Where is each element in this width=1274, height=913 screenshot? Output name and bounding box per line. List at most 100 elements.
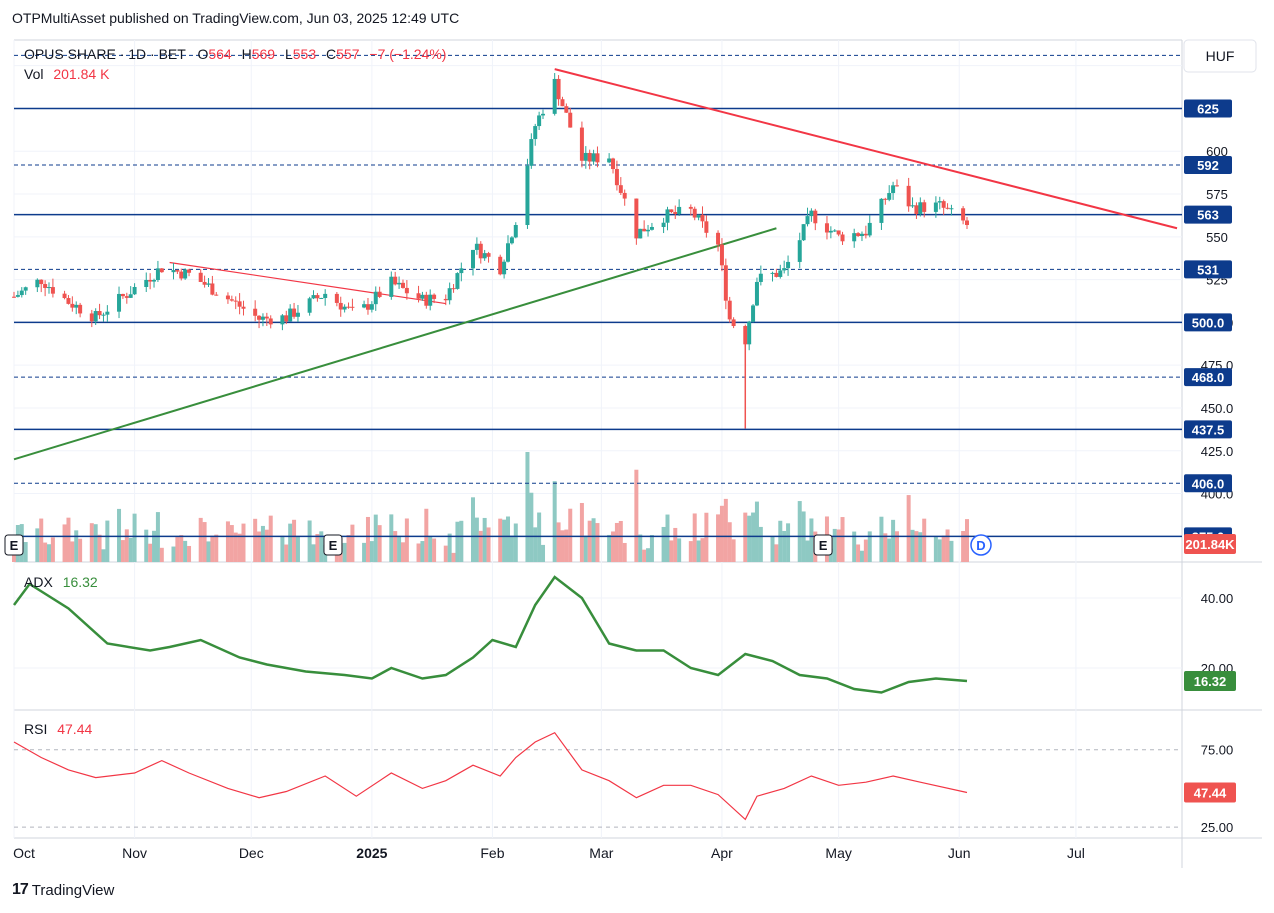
volume-bar — [506, 516, 511, 562]
candle-body — [910, 205, 915, 207]
volume-bar — [965, 519, 969, 562]
volume-bar — [751, 512, 756, 562]
volume-bar — [910, 529, 915, 562]
volume-bar — [225, 521, 230, 562]
volume-bar — [649, 535, 654, 562]
candle-body — [474, 243, 479, 250]
candle-body — [311, 295, 316, 299]
currency-label: HUF — [1206, 48, 1235, 64]
volume-bar — [579, 502, 584, 562]
candle-body — [179, 271, 184, 279]
candle-body — [692, 208, 697, 218]
candle-body — [731, 319, 736, 327]
candle-body — [105, 311, 110, 315]
candle-body — [447, 288, 452, 301]
candle-body — [914, 205, 919, 214]
volume-bar — [389, 514, 394, 562]
price-tick-label: 450.0 — [1201, 401, 1234, 416]
candle-body — [284, 315, 289, 322]
candle-body — [805, 216, 810, 225]
volume-bar — [237, 533, 242, 562]
candle-body — [828, 230, 833, 233]
volume-bar — [879, 516, 884, 562]
level-tag-label: 625 — [1197, 101, 1219, 116]
tradingview-logo[interactable]: 17 TradingView — [12, 881, 114, 899]
candle-body — [607, 158, 612, 163]
candle-body — [564, 106, 569, 113]
volume-bar — [716, 514, 721, 562]
volume-bar — [840, 517, 845, 562]
candle-body — [537, 115, 542, 127]
tradingview-logo-text: TradingView — [31, 881, 115, 899]
x-tick-label: Feb — [480, 845, 504, 861]
candle-body — [19, 290, 24, 296]
candle-body — [334, 293, 339, 303]
candle-body — [669, 209, 674, 213]
candle-body — [778, 270, 783, 277]
candle-body — [128, 294, 133, 298]
candle-body — [891, 185, 896, 194]
candle-body — [502, 261, 507, 275]
candle-body — [541, 113, 546, 116]
volume-bar — [183, 540, 188, 562]
volume-bar — [128, 537, 133, 562]
candle-body — [754, 281, 759, 306]
volume-bar — [922, 518, 927, 562]
candle-body — [933, 202, 938, 212]
volume-bar — [397, 535, 402, 562]
candle-body — [292, 308, 297, 317]
volume-bar — [704, 512, 709, 562]
volume-bar — [941, 535, 946, 562]
candle-body — [101, 314, 106, 316]
volume-bar — [47, 544, 52, 562]
candle-body — [797, 240, 802, 262]
legend-symbol: OPUS SHARE · 1D · BET — [24, 46, 186, 62]
candle-body — [591, 153, 596, 162]
volume-bar — [696, 540, 701, 562]
candle-body — [922, 202, 927, 212]
volume-bar — [529, 492, 534, 562]
candle-body — [12, 296, 16, 298]
chart-canvas[interactable]: EEED OctNovDec2025FebMarAprMayJunJul6506… — [0, 0, 1274, 913]
candle-body — [315, 295, 320, 299]
volume-bar — [253, 518, 258, 562]
volume-bar — [214, 534, 219, 562]
candle-body — [696, 214, 701, 218]
volume-bar — [280, 535, 285, 562]
candle-body — [295, 312, 300, 317]
volume-bar — [727, 522, 732, 562]
rsi-legend-name: RSI — [24, 721, 47, 737]
legend-c-label: C — [326, 46, 336, 62]
candle-body — [187, 269, 192, 273]
x-tick-label: Oct — [13, 845, 35, 861]
volume-bar — [210, 535, 215, 562]
candle-body — [688, 206, 693, 209]
volume-bar — [459, 520, 464, 562]
volume-bar — [342, 542, 347, 562]
volume-bar — [887, 538, 892, 562]
volume-bar — [470, 497, 475, 562]
candle-body — [319, 298, 324, 300]
candle-body — [373, 291, 378, 305]
x-tick-label: Nov — [122, 845, 147, 861]
volume-bar — [863, 539, 868, 562]
candle-body — [513, 225, 518, 238]
volume-bar — [478, 530, 483, 562]
volume-bar — [268, 515, 273, 562]
price-tick-label: 425.0 — [1201, 444, 1234, 459]
candle-body — [852, 233, 857, 242]
candle-body — [719, 244, 724, 266]
volume-bar — [809, 518, 814, 562]
candle-body — [859, 233, 864, 236]
volume-bar — [856, 544, 861, 562]
volume-bar — [315, 534, 320, 562]
x-tick-label: Jul — [1067, 845, 1085, 861]
candle-body — [35, 279, 40, 288]
x-tick-label: 2025 — [356, 845, 387, 861]
candle-body — [665, 209, 670, 223]
candle-body — [961, 208, 966, 221]
volume-bar — [198, 517, 203, 562]
candle-body — [552, 78, 557, 114]
candle-body — [704, 221, 709, 233]
candle-body — [937, 201, 942, 203]
